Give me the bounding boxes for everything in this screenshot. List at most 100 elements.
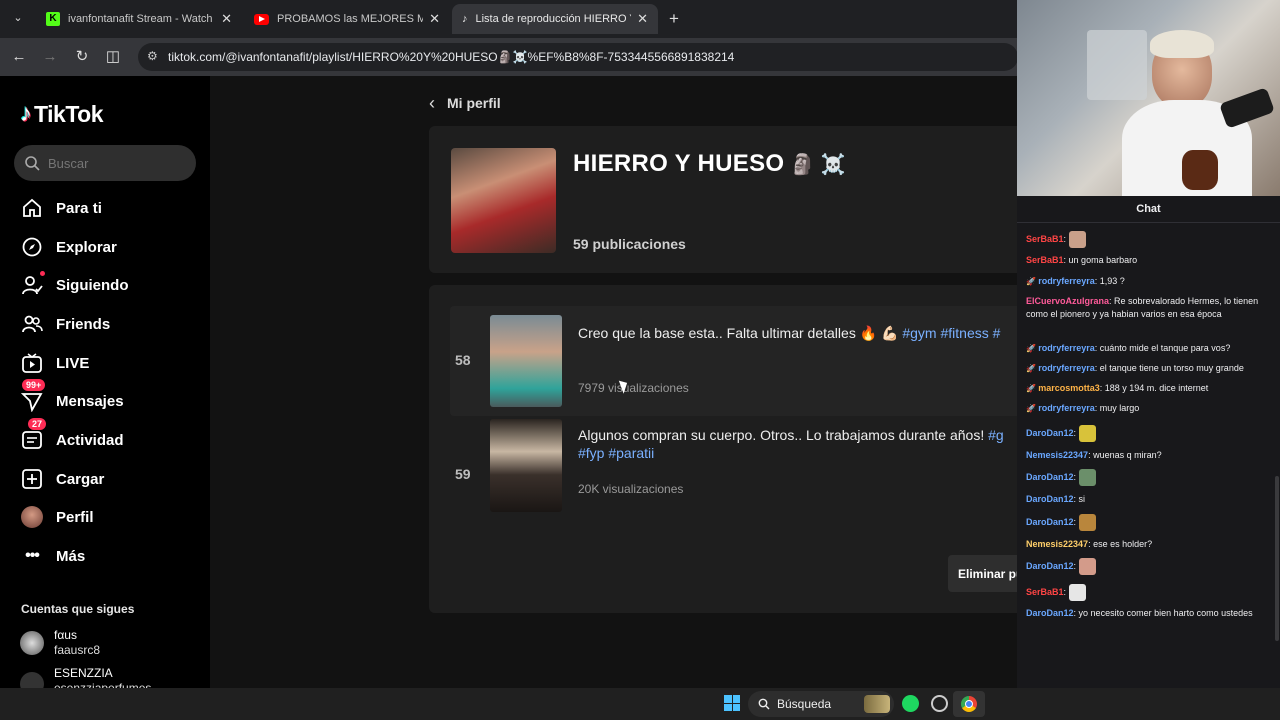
tab-twitch[interactable]: K ivanfontanafit Stream - Watch Live ✕ [36, 4, 242, 34]
chat-username[interactable]: SerBaB1 [1026, 255, 1064, 265]
search-box[interactable] [14, 145, 196, 181]
site-info-icon[interactable]: ⚙ [147, 49, 158, 63]
nav-mensajes[interactable]: Mensajes 99+ [20, 379, 124, 413]
video-thumbnail[interactable] [490, 315, 562, 407]
tab-list-dropdown-icon[interactable]: ⌄ [10, 11, 26, 27]
chat-username[interactable]: DaroDan12 [1026, 428, 1074, 438]
tab-title: PROBAMOS las MEJORES MÁQUINAS [277, 13, 424, 25]
windows-start-icon[interactable] [724, 695, 740, 711]
chat-username[interactable]: rodryferreyra [1038, 403, 1095, 413]
chat-badge-icon: 🚀 [1026, 277, 1039, 286]
live-icon [20, 351, 44, 375]
chat-username[interactable]: DaroDan12 [1026, 561, 1074, 571]
nav-siguiendo[interactable]: Siguiendo [20, 271, 129, 297]
compass-icon [20, 235, 44, 259]
chat-emote-icon [1068, 231, 1086, 248]
tab-tiktok-playlist[interactable]: ♪ Lista de reproducción HIERRO Y HUESO ✕ [452, 4, 658, 34]
taskbar-search-label: Búsqueda [777, 697, 832, 711]
chat-colon: : [1063, 233, 1069, 244]
home-icon [20, 196, 44, 220]
item-hashtags[interactable]: #gym #fitness # [902, 325, 1000, 341]
chat-username[interactable]: rodryferreyra [1038, 363, 1095, 373]
remove-label: Eliminar pu [958, 566, 1024, 581]
chat-badge-icon: 🚀 [1026, 384, 1039, 393]
remove-post-button[interactable]: Eliminar pu [948, 555, 1027, 592]
item-description: Algunos compran su cuerpo. Otros.. Lo tr… [578, 427, 989, 443]
back-icon[interactable]: ← [8, 46, 30, 68]
nav-para-ti[interactable]: Para ti [20, 196, 102, 220]
chat-emote-icon [1068, 584, 1086, 601]
url-field[interactable]: ⚙ tiktok.com/@ivanfontanafit/playlist/HI… [138, 43, 1018, 71]
nav-label: Actividad [56, 431, 124, 449]
chat-username[interactable]: Nemesis22347 [1026, 539, 1088, 549]
tab-close-icon[interactable]: ✕ [637, 11, 648, 27]
following-header: Cuentas que sigues [21, 602, 135, 616]
app-icon[interactable] [931, 695, 948, 712]
chat-username[interactable]: ElCuervoAzulgrana [1026, 296, 1109, 306]
chat-username[interactable]: marcosmotta3 [1038, 383, 1100, 393]
following-account[interactable]: fαus faausrc8 [20, 628, 100, 658]
forward-icon[interactable]: → [39, 46, 61, 68]
chat-username[interactable]: DaroDan12 [1026, 608, 1074, 618]
item-views: 20K visualizaciones [578, 482, 684, 496]
split-view-icon[interactable]: ◫ [102, 46, 124, 68]
chat-username[interactable]: SerBaB1 [1026, 234, 1064, 244]
taskbar-search[interactable]: Búsqueda [748, 691, 894, 717]
tiktok-logo[interactable]: ♪ TikTok [20, 100, 104, 128]
tab-close-icon[interactable]: ✕ [429, 11, 440, 27]
reload-icon[interactable]: ↻ [71, 46, 93, 68]
tab-close-icon[interactable]: ✕ [221, 11, 232, 27]
url-text: tiktok.com/@ivanfontanafit/playlist/HIER… [168, 50, 735, 64]
nav-explorar[interactable]: Explorar [20, 235, 117, 259]
chat-scrollbar[interactable] [1275, 476, 1279, 641]
chat-message: 🚀 marcosmotta3: 188 y 194 m. dice intern… [1026, 382, 1271, 395]
playlist-item[interactable]: 59 Algunos compran su cuerpo. Otros.. Lo… [450, 419, 1027, 520]
back-label: Mi perfil [447, 95, 501, 111]
chat-username[interactable]: rodryferreyra [1038, 343, 1095, 353]
upload-icon [20, 467, 44, 491]
following-account[interactable]: ESENZZIA esenzziaperfumes [20, 666, 151, 688]
nav-mas[interactable]: ••• Más [20, 544, 85, 568]
chat-username[interactable]: rodryferreyra [1038, 276, 1095, 286]
following-icon [20, 273, 44, 297]
video-thumbnail[interactable] [490, 419, 562, 512]
nav-actividad[interactable]: Actividad 27 [20, 418, 124, 452]
nav-live[interactable]: LIVE [20, 351, 89, 375]
chat-username[interactable]: Nemesis22347 [1026, 450, 1088, 460]
playlist-item[interactable]: 58 Creo que la base esta.. Falta ultimar… [450, 306, 1027, 416]
chrome-icon[interactable] [953, 691, 985, 717]
tiktok-icon: ♪ [462, 13, 468, 25]
publication-count: 59 publicaciones [573, 236, 686, 252]
playlist-cover[interactable] [451, 148, 556, 253]
tab-youtube[interactable]: PROBAMOS las MEJORES MÁQUINAS ✕ [244, 4, 450, 34]
nav-perfil[interactable]: Perfil [20, 505, 94, 529]
chat-username[interactable]: SerBaB1 [1026, 587, 1064, 597]
back-to-profile[interactable]: ‹ Mi perfil [429, 94, 501, 112]
avatar [20, 631, 44, 655]
chat-username[interactable]: DaroDan12 [1026, 517, 1074, 527]
activity-badge: 27 [28, 418, 47, 430]
nav-label: Siguiendo [56, 276, 129, 294]
chat-message: DaroDan12: [1026, 514, 1271, 531]
notification-dot [40, 271, 45, 276]
webcam-wall [1087, 30, 1147, 100]
new-tab-button[interactable]: + [664, 9, 684, 29]
chat-header: Chat [1136, 203, 1161, 215]
item-hashtags-line2[interactable]: #fyp #paratii [578, 445, 654, 461]
chat-username[interactable]: DaroDan12 [1026, 494, 1074, 504]
nav-cargar[interactable]: Cargar [20, 467, 104, 491]
chat-text: cuánto mide el tanque para vos? [1099, 343, 1231, 353]
nav-friends[interactable]: Friends [20, 312, 110, 336]
chat-username[interactable]: DaroDan12 [1026, 472, 1074, 482]
kick-icon: K [46, 12, 60, 26]
playlist-header-card: HIERRO Y HUESO 🗿 ☠️ 59 publicaciones [429, 126, 1027, 273]
item-hashtags[interactable]: #g [988, 427, 1004, 443]
search-input[interactable] [48, 155, 178, 171]
chat-message: ElCuervoAzulgrana: Re sobrevalorado Herm… [1026, 295, 1271, 321]
chat-message: DaroDan12: [1026, 558, 1271, 575]
spotify-icon[interactable] [902, 695, 919, 712]
chat-text: 1,93 ? [1099, 276, 1125, 286]
search-highlight-icon [864, 695, 890, 713]
chat-emote-icon [1078, 514, 1096, 531]
chat-text: muy largo [1099, 403, 1140, 413]
